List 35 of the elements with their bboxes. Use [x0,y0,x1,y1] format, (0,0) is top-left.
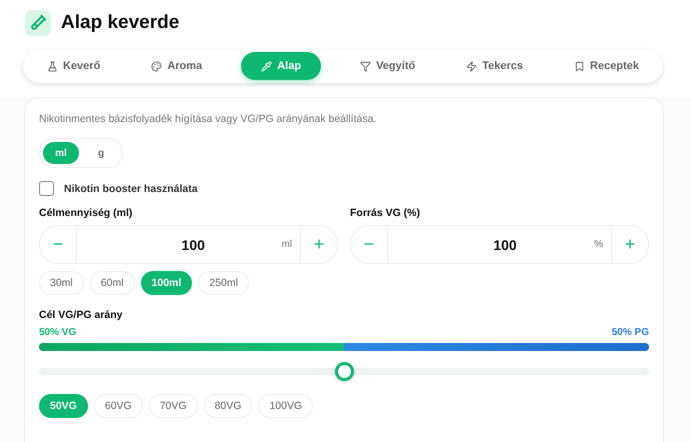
unit-option[interactable]: g [83,142,119,164]
ratio-preset[interactable]: 100VG [258,394,314,418]
ratio-preset[interactable]: 70VG [148,394,198,418]
ratio-label: Cél VG/PG arány [39,309,124,321]
unit-label: % [594,239,603,250]
funnel-icon [360,60,372,72]
vg-percent: 50% VG [39,327,76,338]
amount-preset[interactable]: 30ml [39,271,84,295]
pipette-icon [261,60,272,72]
ratio-preset[interactable]: 80VG [204,394,252,418]
stepper-value: 100 [492,236,518,252]
slider-thumb[interactable] [335,362,354,381]
checkbox-label: Nikotin booster használata [64,182,198,194]
nav-tab[interactable]: Tekercs [454,52,536,80]
amount-preset[interactable]: 60ml [90,271,135,295]
ratio-slider[interactable] [39,362,649,381]
ratio-preset[interactable]: 60VG [94,394,143,418]
pg-percent: 50% PG [612,327,649,338]
bookmark-icon [574,60,586,72]
checkbox[interactable] [39,181,54,196]
app-title: Alap keverde [61,12,180,34]
nav-tab[interactable]: Aroma [139,52,214,80]
nav-tab[interactable]: Keverő [35,52,112,80]
stepper-value: 100 [180,236,206,252]
unit-label: ml [281,239,292,250]
amount-preset[interactable]: 250ml [198,271,249,295]
field-label: Forrás VG (%) [350,207,422,219]
field-label: Célmennyiség (ml) [39,207,134,219]
test-tube-logo [25,10,51,36]
lightning-icon [466,60,478,72]
flask-icon [47,60,58,72]
palette-icon [151,60,162,72]
description: Nikotinmentes bázisfolyadék hígítása vagy VG/PG arányának beállítása. [39,113,378,125]
nav-tab[interactable]: Receptek [562,52,651,80]
nav-tab[interactable]: Vegyítő [348,52,428,80]
